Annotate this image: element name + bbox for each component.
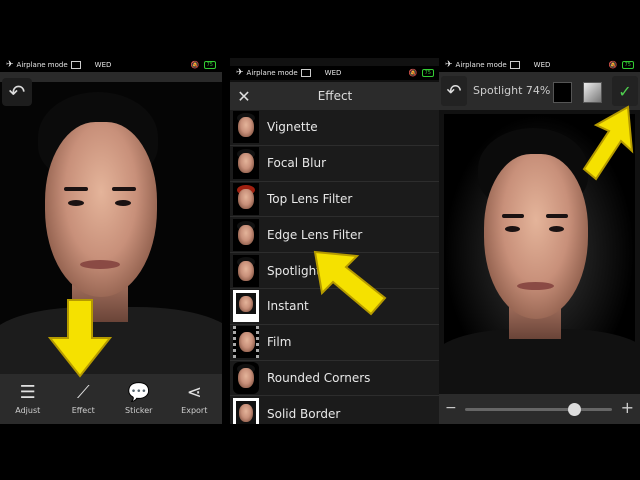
effect-thumbnail [233,290,259,323]
effect-item-rounded-corners[interactable]: Rounded Corners [230,360,440,397]
share-icon: ⋖ [186,382,202,403]
tool-effect[interactable]: ⟋ Effect [56,374,112,424]
tool-adjust-label: Adjust [15,406,41,415]
airplane-icon: ✈ [236,68,244,78]
effect-item-vignette[interactable]: Vignette [230,110,440,146]
strength-slider-bar: − + [439,394,640,424]
tool-effect-label: Effect [71,406,95,415]
strength-slider-track[interactable] [465,403,612,416]
magic-wand-icon: ⟋ [76,382,90,403]
effect-item-label: Instant [267,299,309,314]
status-bar: ✈ Airplane mode WED 🔕 75 [439,58,640,72]
minus-icon[interactable]: − [445,400,457,416]
effect-item-label: Top Lens Filter [267,191,353,206]
undo-button[interactable]: ↶ [441,76,467,106]
effect-thumbnail [233,147,259,180]
speech-bubble-icon: 💬 [127,382,150,403]
tool-sticker-label: Sticker [125,406,153,415]
arrow-up-right-icon [582,105,634,181]
image-notification-icon [70,61,81,69]
effect-item-edge-lens-filter[interactable]: Edge Lens Filter [230,217,440,254]
effect-menu-title: Effect [317,89,353,103]
effect-thumbnail [233,397,259,424]
effect-thumbnail [233,361,259,394]
effect-item-label: Solid Border [267,406,341,421]
image-notification-icon [509,61,520,69]
effect-item-label: Edge Lens Filter [267,227,363,242]
strength-slider-knob[interactable] [567,403,581,416]
arrow-up-left-icon [313,250,387,316]
checkmark-icon: ✓ [618,81,632,101]
effect-thumbnail [233,111,259,144]
image-notification-icon [300,69,311,77]
effect-thumbnail [233,182,259,215]
day-label: WED [324,69,342,77]
undo-button[interactable]: ↶ [2,78,32,106]
effect-item-label: Focal Blur [267,156,327,171]
status-bar: ✈ Airplane mode WED 🔕 75 [0,58,222,72]
arrow-down-icon [48,299,112,378]
mute-icon: 🔕 [608,61,618,69]
airplane-icon: ✈ [6,60,14,70]
effect-item-label: Rounded Corners [267,370,371,385]
airplane-mode-label: Airplane mode [16,61,68,69]
effect-item-solid-border[interactable]: Solid Border [230,396,440,424]
airplane-mode-label: Airplane mode [246,69,298,77]
battery-level: 75 [621,61,634,69]
airplane-mode-label: Airplane mode [455,61,507,69]
black-swatch[interactable] [553,82,572,103]
effect-item-film[interactable]: Film [230,324,440,361]
mute-icon: 🔕 [408,69,418,77]
day-label: WED [94,61,112,69]
tool-adjust[interactable]: ☰ Adjust [0,374,56,424]
effect-item-label: Film [267,335,292,350]
effect-menu-screen: ✈ Airplane mode WED 🔕 75 ✕ Effect Vignet… [230,58,440,424]
battery-level: 75 [421,69,434,77]
undo-icon: ↶ [8,80,26,104]
battery-level: 75 [203,61,216,69]
plus-icon[interactable]: + [621,398,634,417]
airplane-icon: ✈ [445,60,453,70]
top-bar [0,72,222,82]
effect-item-focal-blur[interactable]: Focal Blur [230,145,440,182]
confirm-button[interactable]: ✓ [612,76,638,106]
effect-menu-header: ✕ Effect [230,82,440,110]
effect-thumbnail [233,254,259,287]
tool-export[interactable]: ⋖ Export [167,374,223,424]
status-bar: ✈ Airplane mode WED 🔕 75 [230,66,440,80]
filter-strength-label: Spotlight 74% [473,84,551,97]
mute-icon: 🔕 [190,61,200,69]
undo-icon: ↶ [446,80,462,102]
close-icon[interactable]: ✕ [230,87,258,106]
effect-thumbnail [233,326,259,359]
effect-item-top-lens-filter[interactable]: Top Lens Filter [230,181,440,218]
editor-toolbar: ☰ Adjust ⟋ Effect 💬 Sticker ⋖ Export [0,374,222,424]
tool-sticker[interactable]: 💬 Sticker [111,374,167,424]
gradient-swatch[interactable] [583,82,602,103]
sliders-icon: ☰ [19,382,36,403]
day-label: WED [533,61,551,69]
tool-export-label: Export [181,406,208,415]
effect-thumbnail [233,218,259,251]
effect-item-label: Vignette [267,120,318,135]
